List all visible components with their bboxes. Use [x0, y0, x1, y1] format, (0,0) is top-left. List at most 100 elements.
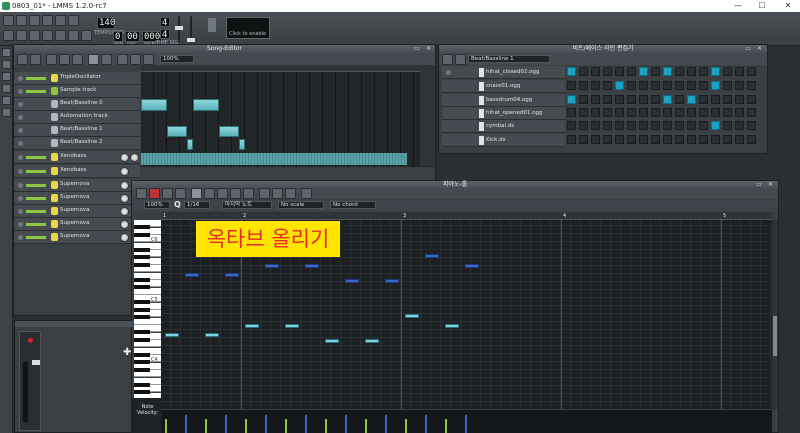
song-scrollbar[interactable] [420, 66, 435, 166]
cut-icon[interactable] [259, 188, 270, 199]
beat-step[interactable] [579, 95, 588, 104]
beat-step[interactable] [699, 135, 708, 144]
track-name[interactable]: Supernova [60, 220, 90, 226]
detune-mode-icon[interactable] [230, 188, 241, 199]
velocity-bar[interactable] [265, 415, 267, 433]
beat-step[interactable] [699, 81, 708, 90]
edit-mode-icon[interactable] [101, 54, 112, 65]
beat-step[interactable] [603, 67, 612, 76]
beat-row[interactable]: cymbal.ds [442, 120, 565, 133]
track-name[interactable]: Sample track [60, 87, 96, 93]
mute-icon[interactable] [18, 183, 23, 188]
beat-step[interactable] [579, 67, 588, 76]
track-name[interactable]: Supernova [60, 233, 90, 239]
velocity-bar[interactable] [325, 419, 327, 433]
beat-step[interactable] [567, 108, 576, 117]
add-sample-track-icon[interactable] [59, 54, 70, 65]
mute-icon[interactable] [18, 169, 23, 174]
beat-step[interactable] [687, 95, 696, 104]
note[interactable] [385, 279, 399, 283]
tempo-display[interactable]: 140 [97, 17, 115, 29]
draw-mode-icon[interactable] [88, 54, 99, 65]
beat-step[interactable] [711, 81, 720, 90]
beat-step[interactable] [579, 81, 588, 90]
beat-step[interactable] [735, 95, 744, 104]
mute-icon[interactable] [18, 141, 23, 146]
track-name[interactable]: Supernova [60, 207, 90, 213]
beat-step[interactable] [699, 95, 708, 104]
mute-icon[interactable] [18, 209, 23, 214]
note[interactable] [225, 273, 239, 277]
beat-step[interactable] [567, 135, 576, 144]
beat-step[interactable] [591, 108, 600, 117]
open-project-icon[interactable] [29, 15, 40, 26]
beat-step[interactable] [711, 67, 720, 76]
record-while-playing-icon[interactable] [162, 188, 173, 199]
my-projects-icon[interactable] [2, 60, 11, 69]
beat-step[interactable] [651, 95, 660, 104]
beat-step[interactable] [675, 81, 684, 90]
beat-step[interactable] [651, 135, 660, 144]
beat-step[interactable] [651, 121, 660, 130]
beat-step[interactable] [603, 108, 612, 117]
mute-icon[interactable] [18, 128, 23, 133]
beat-step[interactable] [579, 108, 588, 117]
beat-step[interactable] [603, 121, 612, 130]
beat-step[interactable] [615, 135, 624, 144]
note[interactable] [325, 339, 339, 343]
beat-step[interactable] [663, 95, 672, 104]
beat-step[interactable] [747, 95, 756, 104]
volume-knob[interactable] [120, 220, 129, 229]
beat-step[interactable] [627, 108, 636, 117]
note[interactable] [365, 339, 379, 343]
volume-knob[interactable] [120, 153, 129, 162]
add-beat-track-icon[interactable] [46, 54, 57, 65]
black-key[interactable] [134, 225, 150, 229]
automation-editor-icon[interactable] [42, 30, 53, 41]
beat-step[interactable] [567, 95, 576, 104]
volume-knob[interactable] [120, 181, 129, 190]
chord-select[interactable]: No chord [330, 201, 376, 209]
black-key[interactable] [134, 255, 150, 259]
song-zoom-select[interactable]: 100% [160, 55, 194, 63]
velocity-bar[interactable] [385, 415, 387, 433]
beat-step[interactable] [747, 67, 756, 76]
beat-row-name[interactable]: snare01.ogg [486, 83, 520, 89]
beat-step[interactable] [723, 67, 732, 76]
melody-clip[interactable] [141, 153, 407, 165]
velocity-bar[interactable] [245, 419, 247, 433]
beat-step[interactable] [651, 108, 660, 117]
new-project-icon[interactable] [3, 15, 14, 26]
black-key[interactable] [134, 285, 150, 289]
beat-step[interactable] [591, 95, 600, 104]
mute-icon[interactable] [18, 235, 23, 240]
note[interactable] [265, 264, 279, 268]
beat-step[interactable] [651, 81, 660, 90]
record-while-playing-icon[interactable] [130, 54, 141, 65]
velocity-bar[interactable] [365, 419, 367, 433]
velocity-bar[interactable] [205, 419, 207, 433]
volume-knob[interactable] [120, 167, 129, 176]
record-icon[interactable] [117, 54, 128, 65]
beat-step[interactable] [687, 67, 696, 76]
erase-mode-icon[interactable] [204, 188, 215, 199]
mute-icon[interactable] [18, 102, 23, 107]
track-name[interactable]: Beat/Bassline 0 [60, 100, 103, 106]
beat-step[interactable] [711, 108, 720, 117]
track-name[interactable]: Supernova [60, 181, 90, 187]
mute-icon[interactable] [18, 222, 23, 227]
beat-row[interactable]: bassdrum04.ogg [442, 94, 565, 107]
beat-step[interactable] [675, 108, 684, 117]
beat-step[interactable] [711, 121, 720, 130]
note-length-select[interactable]: 마지막 노트 [222, 201, 272, 209]
piano-roll-icon[interactable] [29, 30, 40, 41]
scale-select[interactable]: No scale [278, 201, 324, 209]
my-home-icon[interactable] [2, 96, 11, 105]
beat-step[interactable] [663, 81, 672, 90]
quantize-icon[interactable] [243, 188, 254, 199]
beat-row-name[interactable]: hihat_closed02.ogg [486, 69, 540, 75]
beat-step[interactable] [567, 121, 576, 130]
beat-step[interactable] [579, 121, 588, 130]
beat-step[interactable] [699, 121, 708, 130]
beat-step[interactable] [735, 81, 744, 90]
